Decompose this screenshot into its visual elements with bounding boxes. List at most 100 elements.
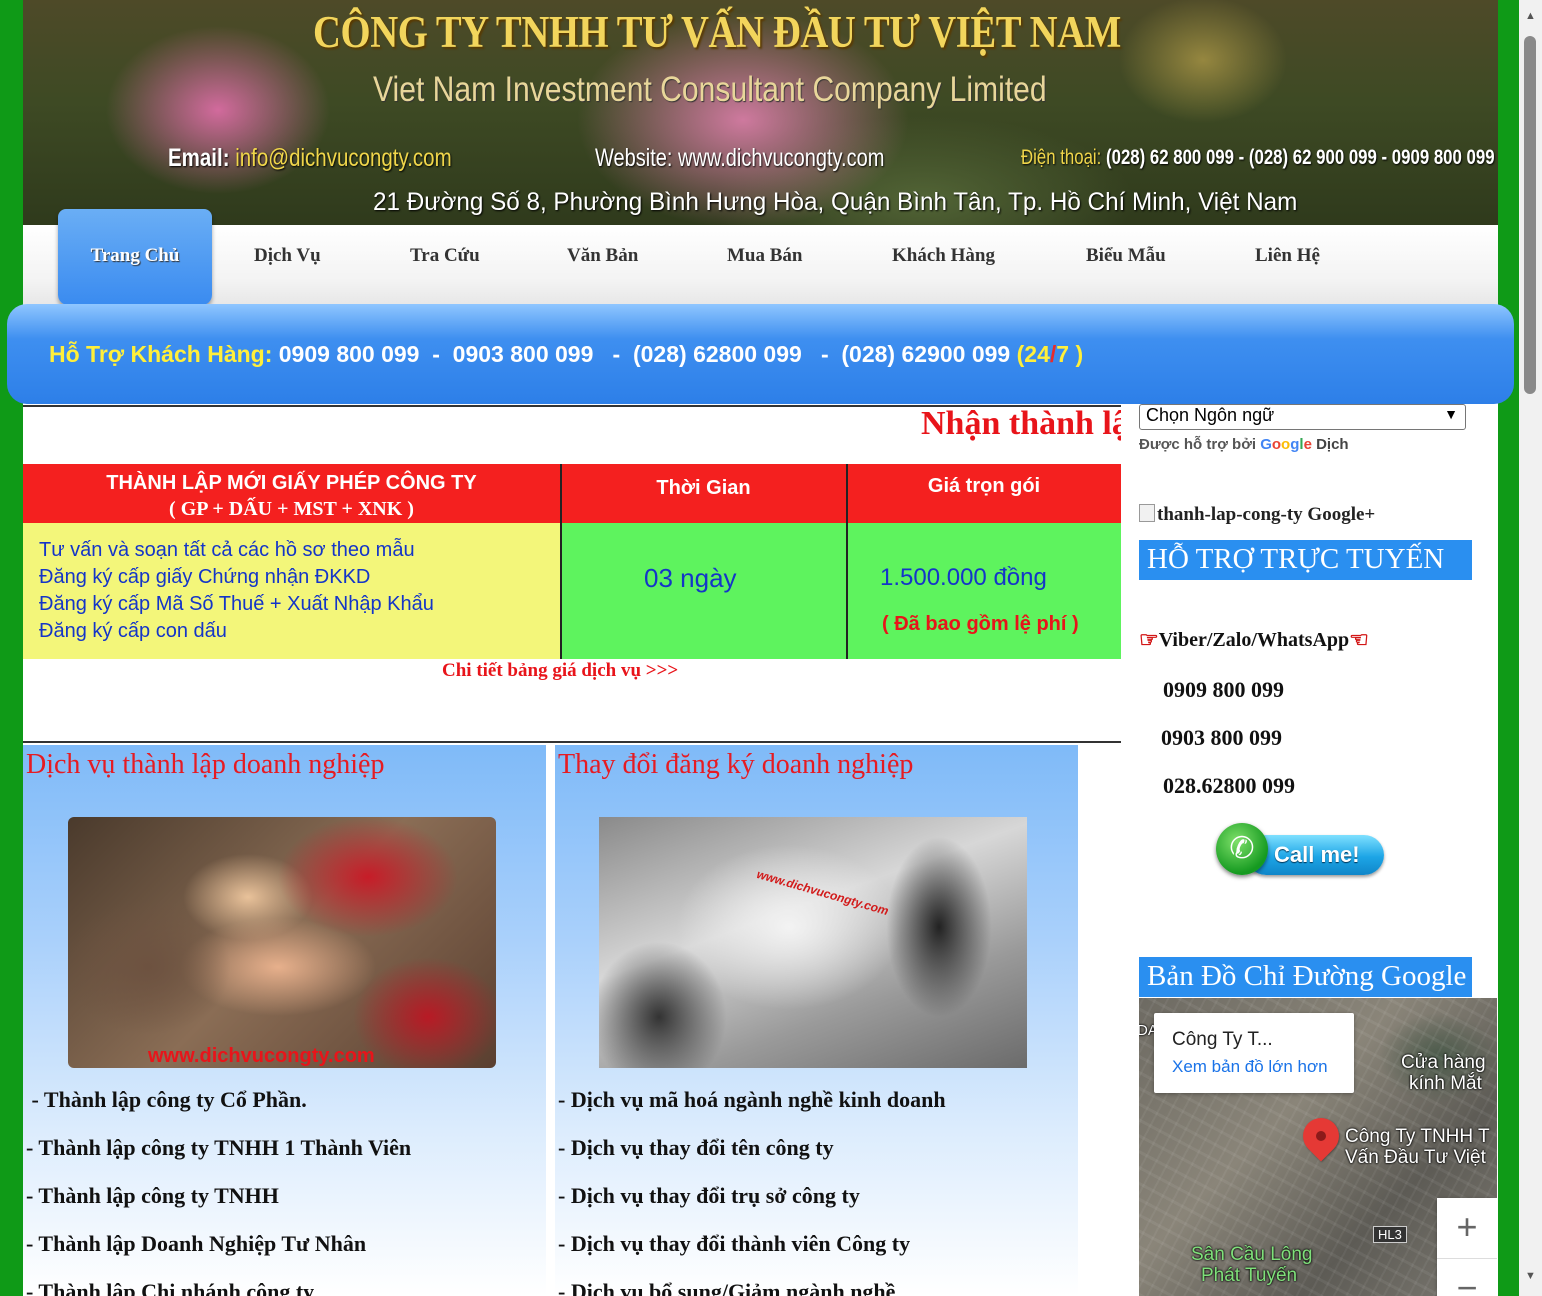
nav-item-mua-ban[interactable]: Mua Bán [727,245,803,267]
google-plus-alt: thanh-lap-cong-ty Google+ [1157,504,1376,525]
support-label: Hỗ Trợ Khách Hàng: [49,341,273,367]
page-scrollbar[interactable]: ▲ ▼ [1519,0,1542,1296]
support-bar: Hỗ Trợ Khách Hàng: 0909 800 099 - 0903 8… [7,304,1514,404]
company-title: CÔNG TY TNHH TƯ VẤN ĐẦU TƯ VIỆT NAM [313,7,1121,57]
nav-item-khach-hang[interactable]: Khách Hàng [892,245,995,267]
call-me-button[interactable]: Call me! ✆ [1216,823,1386,881]
pricing-note: ( Đã bao gồm lệ phí ) [882,613,1079,635]
support-phone[interactable]: 0909 800 099 [1163,677,1284,703]
support-phone[interactable]: 028.62800 099 [1163,773,1295,799]
road-badge: HL3 [1373,1226,1407,1243]
support-phones: 0909 800 099 - 0903 800 099 - (028) 6280… [278,341,1011,367]
email-value: info@dichvucongty.com [235,144,452,172]
hands-image[interactable]: www.dichvucongty.com [68,817,496,1068]
marquee-text: Nhận thành lậ [23,405,1121,445]
support-phone[interactable]: 0903 800 099 [1161,725,1282,751]
pricing-time-cell: 03 ngày [560,523,847,659]
nav-item-bieu-mau[interactable]: Biểu Mẫu [1086,245,1166,267]
zoom-out-button[interactable]: − [1437,1258,1497,1296]
map-label: kính Mắt [1409,1073,1482,1094]
pricing-header-line2: ( GP + DẤU + MST + XNK ) [169,498,414,520]
support-heading: HỖ TRỢ TRỰC TUYẾN [1139,540,1472,580]
nav-item-tra-cuu[interactable]: Tra Cứu [410,245,480,267]
company-subtitle: Viet Nam Investment Consultant Company L… [373,70,1047,109]
map-label: Công Ty TNHH T [1345,1126,1490,1147]
broken-image-icon [1139,504,1155,522]
messaging-text: Viber/Zalo/WhatsApp [1158,629,1350,651]
pricing-service-item: Tư vấn và soạn tất cả các hồ sơ theo mẫu [39,539,415,561]
map-pin-icon[interactable] [1295,1110,1347,1162]
map-heading-text: Bản Đồ Chỉ Đường Google [1147,960,1467,992]
nav-item-dich-vu[interactable]: Dịch Vụ [254,245,321,267]
map-info-card: Công Ty T... Xem bản đồ lớn hơn [1154,1013,1354,1093]
google-logo[interactable]: Google [1260,436,1312,453]
list-item[interactable]: - Thành lập công ty TNHH [26,1183,411,1231]
google-plus-image[interactable]: thanh-lap-cong-ty Google+ [1139,504,1375,526]
map-label: Vấn Đầu Tư Việt [1345,1147,1486,1168]
list-item[interactable]: - Thành lập công ty TNHH 1 Thành Viên [26,1135,411,1183]
hand-pointer-icon: ☞ [1139,627,1159,652]
phone-icon: ✆ [1216,823,1268,875]
pricing-service-item: Đăng ký cấp Mã Số Thuế + Xuất Nhập Khẩu [39,593,434,615]
banner-phone: Điện thoại: (028) 62 800 099 - (028) 62 … [1021,146,1495,170]
map-label: Cửa hàng [1401,1052,1486,1073]
page: CÔNG TY TNHH TƯ VẤN ĐẦU TƯ VIỆT NAM Viet… [7,0,1514,1296]
support-heading-text: HỖ TRỢ TRỰC TUYẾN [1147,543,1445,575]
list-item[interactable]: - Dịch vụ mã hoá ngành nghề kinh doanh [558,1087,946,1135]
pricing-detail-link[interactable]: Chi tiết bảng giá dịch vụ >>> [442,660,678,682]
phone-value: (028) 62 800 099 - (028) 62 900 099 - 09… [1106,146,1495,169]
hand-pointer-icon: ☜ [1349,627,1369,652]
phone-label: Điện thoại: [1021,146,1102,169]
section-title: Thay đổi đăng ký doanh nghiệp [558,749,914,780]
list-item[interactable]: - Thành lập Doanh Nghiệp Tư Nhân [26,1231,411,1279]
zoom-in-button[interactable]: + [1437,1198,1497,1258]
scroll-down-arrow[interactable]: ▼ [1525,1270,1536,1282]
pricing-price-cell: 1.500.000 đồng ( Đã bao gồm lệ phí ) [847,523,1121,659]
language-select-value: Chọn Ngôn ngữ [1146,405,1275,425]
map-label: Sân Cầu Lông [1191,1244,1313,1265]
map-zoom-control: + − [1437,1198,1497,1296]
banner-address: 21 Đường Số 8, Phường Bình Hưng Hòa, Quậ… [373,188,1298,216]
pricing-time: 03 ngày [644,563,737,593]
list-item[interactable]: - Thành lập công ty Cổ Phần. [26,1087,411,1135]
scroll-up-arrow[interactable]: ▲ [1525,10,1536,22]
list-item[interactable]: - Dịch vụ bổ sung/Giảm ngành nghề [558,1279,946,1296]
pricing-service-item: Đăng ký cấp con dấu [39,620,227,642]
chevron-down-icon: ▼ [1444,406,1458,422]
formation-list: - Thành lập công ty Cổ Phần. - Thành lập… [26,1087,411,1296]
support-text: Hỗ Trợ Khách Hàng: 0909 800 099 - 0903 8… [49,341,1083,368]
nav-item-van-ban[interactable]: Văn Bản [567,245,638,267]
banner-website: Website: www.dichvucongty.com [595,144,885,172]
pricing-table: THÀNH LẬP MỚI GIẤY PHÉP CÔNG TY ( GP + D… [23,464,1121,659]
email-label: Email: [168,144,230,172]
list-item[interactable]: - Dịch vụ thay đổi tên công ty [558,1135,946,1183]
pricing-header-price: Giá trọn gói [847,464,1121,523]
image-caption: www.dichvucongty.com [755,867,891,919]
section-title: Dịch vụ thành lập doanh nghiệp [26,749,385,780]
divider [23,741,1121,743]
powered-by-text: Được hỗ trợ bởi [1139,436,1257,453]
list-item[interactable]: - Dịch vụ thay đổi thành viên Công ty [558,1231,946,1279]
map-label: Phát Tuyến [1201,1265,1298,1286]
language-select[interactable]: Chọn Ngôn ngữ ▼ [1139,404,1466,430]
pricing-price: 1.500.000 đồng [880,564,1047,591]
nav-item-trang-chu[interactable]: Trang Chủ [58,209,212,305]
translate-link[interactable]: Dịch [1316,436,1349,453]
pricing-header-time: Thời Gian [560,464,847,523]
pricing-header-line1: THÀNH LẬP MỚI GIẤY PHÉP CÔNG TY [106,472,477,494]
handshake-image[interactable]: www.dichvucongty.com [599,817,1027,1068]
list-item[interactable]: - Thành lập Chi nhánh công ty [26,1279,411,1296]
nav-item-lien-he[interactable]: Liên Hệ [1255,245,1320,267]
change-list: - Dịch vụ mã hoá ngành nghề kinh doanh -… [558,1087,946,1296]
list-item[interactable]: - Dịch vụ thay đổi trụ sở công ty [558,1183,946,1231]
support-7: 7 [1056,341,1070,367]
translate-attribution: Được hỗ trợ bởi Google Dịch [1139,436,1349,453]
support-close: ) [1075,341,1084,367]
support-24: 24 [1024,341,1050,367]
pricing-services-cell: Tư vấn và soạn tất cả các hồ sơ theo mẫu… [23,523,560,659]
map-larger-link[interactable]: Xem bản đồ lớn hơn [1172,1057,1328,1077]
call-me-label: Call me! [1274,842,1360,867]
scrollbar-thumb[interactable] [1524,36,1536,394]
google-map[interactable]: DA Công Ty T... Xem bản đồ lớn hơn Cửa h… [1139,998,1497,1296]
map-place-name: Công Ty T... [1172,1029,1273,1050]
